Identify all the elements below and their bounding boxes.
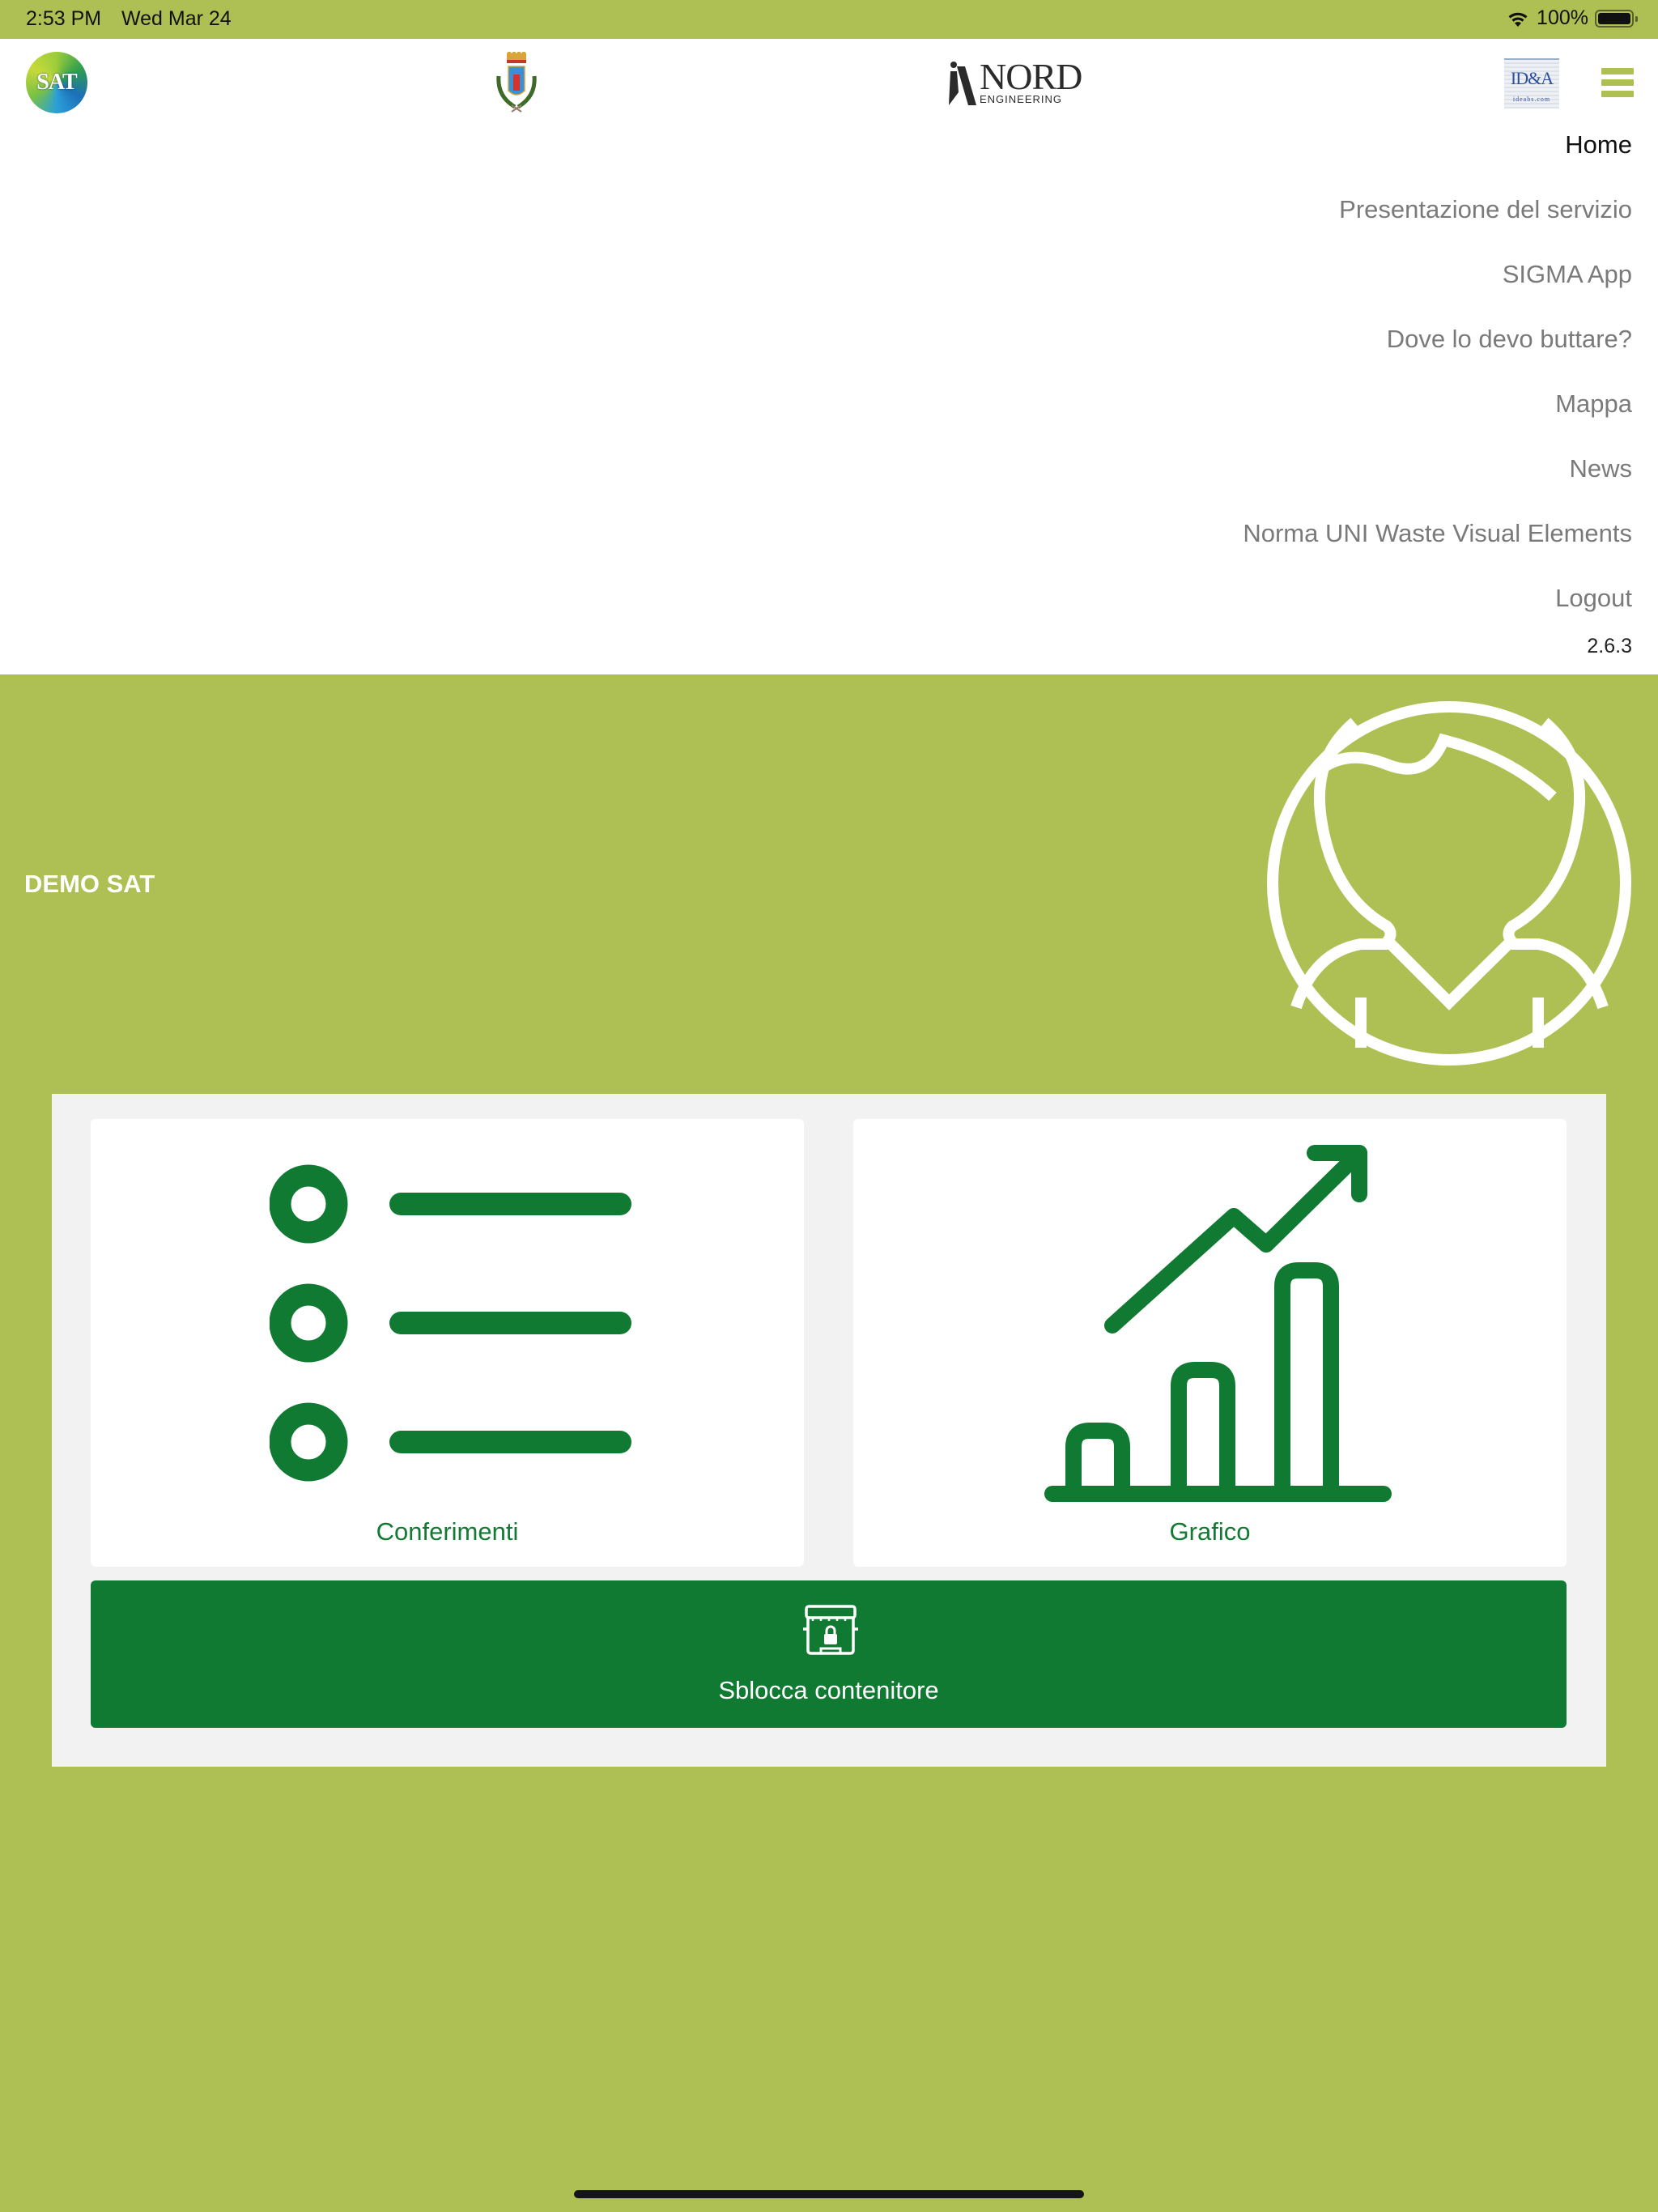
status-indicators: 100% — [1506, 6, 1638, 30]
dashboard-panel: Conferimenti Grafico Sblocca contenitore — [52, 1094, 1606, 1767]
user-name: DEMO SAT — [24, 870, 155, 898]
menu-item-mappa[interactable]: Mappa — [1243, 385, 1632, 449]
app-version: 2.6.3 — [1587, 635, 1632, 657]
conferimenti-card[interactable]: Conferimenti — [91, 1119, 804, 1567]
nord-figure-icon — [949, 62, 976, 105]
wifi-icon — [1508, 12, 1528, 27]
unlock-container-button[interactable]: Sblocca contenitore — [91, 1580, 1567, 1728]
list-icon — [270, 1164, 631, 1482]
home-indicator[interactable] — [574, 2190, 1084, 2198]
menu-item-norma-uni[interactable]: Norma UNI Waste Visual Elements — [1243, 514, 1632, 579]
user-avatar-icon[interactable] — [1265, 700, 1634, 1068]
locked-bin-icon — [803, 1605, 858, 1655]
grafico-card[interactable]: Grafico — [853, 1119, 1567, 1567]
menu-item-sigma-app[interactable]: SIGMA App — [1243, 255, 1632, 320]
status-time: 2:53 PM — [26, 7, 102, 30]
battery-percent: 100% — [1537, 6, 1588, 29]
battery-icon — [1595, 9, 1638, 28]
conferimenti-label: Conferimenti — [376, 1517, 519, 1546]
status-date: Wed Mar 24 — [121, 7, 232, 30]
hamburger-menu-icon[interactable] — [1601, 68, 1634, 97]
bar-chart-growth-icon — [1044, 1145, 1392, 1502]
municipality-crest-logo — [496, 52, 537, 113]
status-bar: 2:53 PM Wed Mar 24 100% — [0, 0, 1658, 39]
idea-logo: ID&A ideabs.com — [1504, 58, 1559, 108]
menu-item-logout[interactable]: Logout — [1243, 579, 1632, 644]
menu-item-dove-buttare[interactable]: Dove lo devo buttare? — [1243, 320, 1632, 385]
grafico-label: Grafico — [1169, 1517, 1251, 1546]
nord-engineering-logo: NORD ENGINEERING — [947, 57, 1082, 105]
menu-item-presentazione[interactable]: Presentazione del servizio — [1243, 190, 1632, 255]
menu-item-home[interactable]: Home — [1243, 125, 1632, 190]
menu-item-news[interactable]: News — [1243, 449, 1632, 514]
unlock-container-label: Sblocca contenitore — [718, 1676, 939, 1704]
side-menu: Home Presentazione del servizio SIGMA Ap… — [1243, 125, 1632, 644]
sat-logo[interactable]: SAT — [26, 52, 87, 113]
